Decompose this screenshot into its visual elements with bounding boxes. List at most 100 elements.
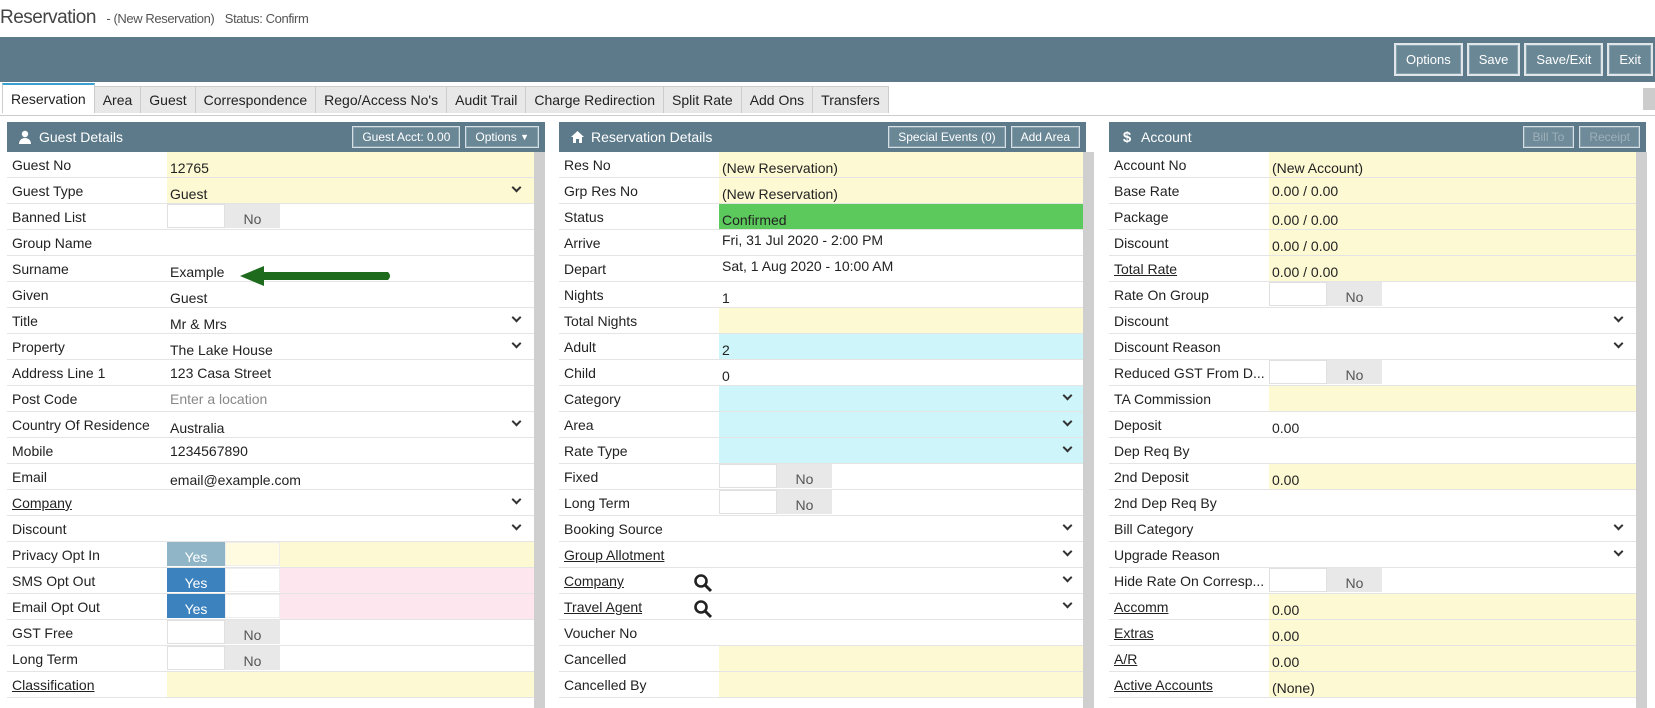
- group-allotment-select[interactable]: [719, 542, 1085, 567]
- toggle-no-label: No: [225, 620, 280, 644]
- chevron-down-icon: [1613, 520, 1624, 531]
- acc-discount2-select[interactable]: [1269, 308, 1636, 333]
- depart-input[interactable]: Sat, 1 Aug 2020 - 10:00 AM: [719, 256, 1085, 281]
- area-select[interactable]: [719, 412, 1085, 437]
- status-field[interactable]: Confirmed: [719, 204, 1085, 229]
- reduced-gst-toggle[interactable]: No: [1269, 360, 1382, 384]
- classification-field[interactable]: [167, 672, 534, 697]
- company-select[interactable]: [167, 490, 534, 515]
- accomm-link[interactable]: Accomm: [1109, 594, 1269, 619]
- page-scrollbar[interactable]: [1643, 88, 1655, 110]
- search-icon[interactable]: [693, 573, 713, 593]
- upgrade-reason-select[interactable]: [1269, 542, 1636, 567]
- given-label: Given: [12, 287, 49, 303]
- booking-source-select[interactable]: [719, 516, 1085, 541]
- banned-list-row: Banned List No: [7, 204, 534, 230]
- country-value: Australia: [170, 420, 225, 436]
- tab-rego-access[interactable]: Rego/Access No's: [315, 86, 448, 113]
- tab-transfers[interactable]: Transfers: [812, 86, 889, 113]
- toggle-no-label: No: [1327, 282, 1382, 306]
- child-input[interactable]: 0: [719, 360, 1085, 385]
- tab-correspondence[interactable]: Correspondence: [194, 86, 317, 113]
- sms-toggle[interactable]: Yes: [167, 568, 280, 592]
- classification-link[interactable]: Classification: [7, 672, 167, 697]
- category-select[interactable]: [719, 386, 1085, 411]
- guest-panel-scrollbar[interactable]: [534, 152, 545, 708]
- second-dep-req-by-input[interactable]: [1269, 490, 1636, 515]
- res-no-row: Res No (New Reservation): [559, 152, 1085, 178]
- total-nights-field: [719, 308, 1085, 333]
- cancelled-by-field: [719, 672, 1085, 697]
- account-panel-scrollbar[interactable]: [1636, 152, 1647, 708]
- adult-input[interactable]: 2: [719, 334, 1085, 359]
- res-long-term-toggle[interactable]: No: [719, 490, 832, 514]
- total-rate-link[interactable]: Total Rate: [1109, 256, 1269, 281]
- country-select[interactable]: Australia: [167, 412, 534, 437]
- tab-charge-redirection[interactable]: Charge Redirection: [525, 86, 664, 113]
- toggle-yes-label: Yes: [167, 542, 225, 566]
- long-term-toggle[interactable]: No: [167, 646, 280, 670]
- email-opt-toggle[interactable]: Yes: [167, 594, 280, 618]
- booking-source-label: Booking Source: [564, 521, 663, 537]
- special-events-button[interactable]: Special Events (0): [888, 126, 1006, 148]
- postcode-input[interactable]: Enter a location: [167, 386, 534, 411]
- acc-discount-row: Discount 0.00 / 0.00: [1109, 230, 1636, 256]
- second-deposit-label: 2nd Deposit: [1114, 469, 1189, 485]
- gst-free-label: GST Free: [12, 625, 74, 641]
- search-icon[interactable]: [693, 599, 713, 619]
- rate-on-group-toggle[interactable]: No: [1269, 282, 1382, 306]
- tab-area[interactable]: Area: [93, 86, 142, 113]
- extras-link[interactable]: Extras: [1109, 620, 1269, 645]
- banned-list-toggle[interactable]: No: [167, 204, 280, 228]
- email-input[interactable]: email@example.com: [167, 464, 534, 489]
- privacy-toggle[interactable]: Yes: [167, 542, 280, 566]
- tab-add-ons[interactable]: Add Ons: [740, 86, 814, 113]
- tab-guest[interactable]: Guest: [140, 86, 196, 113]
- active-accounts-link[interactable]: Active Accounts: [1109, 672, 1269, 697]
- sms-fill: [280, 568, 534, 593]
- add-area-button[interactable]: Add Area: [1010, 126, 1080, 148]
- rate-type-select[interactable]: [719, 438, 1085, 463]
- tab-split-rate[interactable]: Split Rate: [662, 86, 742, 113]
- dep-req-by-input[interactable]: [1269, 438, 1636, 463]
- guest-options-button[interactable]: Options ▼: [465, 126, 539, 148]
- arrive-input[interactable]: Fri, 31 Jul 2020 - 2:00 PM: [719, 230, 1085, 255]
- tab-audit-trail[interactable]: Audit Trail: [446, 86, 527, 113]
- discount-reason-select[interactable]: [1269, 334, 1636, 359]
- company-link[interactable]: Company: [7, 490, 167, 515]
- toggle-no-label: No: [225, 204, 280, 228]
- ar-link[interactable]: A/R: [1109, 646, 1269, 671]
- voucher-input[interactable]: [719, 620, 1085, 645]
- exit-button[interactable]: Exit: [1607, 43, 1653, 76]
- toggle-yes-label: Yes: [167, 568, 225, 592]
- fixed-toggle[interactable]: No: [719, 464, 832, 488]
- acc-discount2-row: Discount: [1109, 308, 1636, 334]
- property-select[interactable]: The Lake House: [167, 334, 534, 359]
- bill-category-select[interactable]: [1269, 516, 1636, 541]
- title-select[interactable]: Mr & Mrs: [167, 308, 534, 333]
- hide-rate-toggle[interactable]: No: [1269, 568, 1382, 592]
- receipt-button[interactable]: Receipt: [1579, 126, 1640, 148]
- save-exit-button[interactable]: Save/Exit: [1524, 43, 1604, 76]
- discount-select[interactable]: [167, 516, 534, 541]
- deposit-input[interactable]: 0.00: [1269, 412, 1636, 437]
- bill-to-button[interactable]: Bill To: [1522, 126, 1575, 148]
- guest-type-select[interactable]: Guest: [167, 178, 534, 203]
- group-name-input[interactable]: [167, 230, 534, 255]
- gst-free-toggle[interactable]: No: [167, 620, 280, 644]
- hide-rate-label: Hide Rate On Corresp...: [1114, 573, 1265, 589]
- long-term-label: Long Term: [12, 651, 78, 667]
- mobile-input[interactable]: 1234567890: [167, 438, 534, 463]
- address-input[interactable]: 123 Casa Street: [167, 360, 534, 385]
- group-allotment-link[interactable]: Group Allotment: [559, 542, 719, 567]
- travel-agent-select[interactable]: [694, 594, 1085, 619]
- toggle-off-segment: [1269, 360, 1327, 384]
- options-button[interactable]: Options: [1393, 43, 1463, 76]
- nights-input[interactable]: 1: [719, 282, 1085, 307]
- account-panel: $ Account Bill To Receipt Account No (New…: [1109, 122, 1647, 708]
- save-button[interactable]: Save: [1466, 43, 1521, 76]
- res-company-select[interactable]: [694, 568, 1085, 593]
- guest-acct-button[interactable]: Guest Acct: 0.00: [352, 126, 461, 148]
- reservation-panel-scrollbar[interactable]: [1083, 152, 1094, 708]
- tab-reservation[interactable]: Reservation: [2, 83, 95, 113]
